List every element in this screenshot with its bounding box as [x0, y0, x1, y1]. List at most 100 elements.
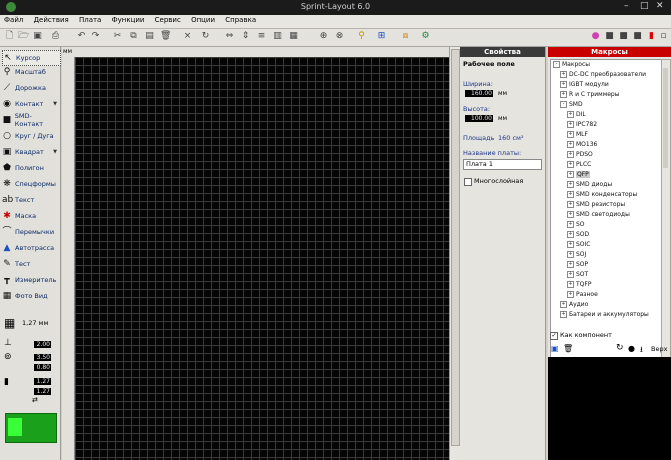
- smd-height-field[interactable]: 1.27: [34, 388, 51, 395]
- top-side-label[interactable]: Верх: [651, 345, 667, 353]
- ungroup-icon[interactable]: ▦: [288, 31, 299, 42]
- tool-test[interactable]: ✎ Тест: [2, 257, 59, 271]
- tree-node[interactable]: + MLF: [567, 130, 588, 140]
- tree-node[interactable]: + IGBT модули: [560, 80, 609, 90]
- scroll-thumb[interactable]: [451, 49, 460, 446]
- width-field[interactable]: 160.00: [465, 90, 493, 97]
- expand-icon[interactable]: +: [567, 211, 574, 218]
- tree-node[interactable]: + SMD диоды: [567, 180, 612, 190]
- layer-icon-3[interactable]: ■: [632, 31, 643, 42]
- minimize-icon[interactable]: –: [624, 1, 629, 11]
- close-icon[interactable]: ✕: [656, 1, 664, 11]
- menu-service[interactable]: Сервис: [151, 15, 185, 25]
- tree-node[interactable]: + SMD светодиоды: [567, 210, 630, 220]
- menu-file[interactable]: Файл: [0, 15, 27, 25]
- tool-smd-pad[interactable]: ■ SMD-Контакт: [2, 112, 59, 128]
- export-icon[interactable]: ⧈: [400, 31, 411, 42]
- rotate-icon[interactable]: ↻: [200, 31, 211, 42]
- pad-outer-field[interactable]: 3.50: [34, 354, 51, 361]
- tree-node[interactable]: + SMD конденсаторы: [567, 190, 637, 200]
- tool-rectangle[interactable]: ▣ Квадрат ▼: [2, 145, 59, 159]
- copy-icon[interactable]: ⧉: [128, 31, 139, 42]
- delete-icon[interactable]: 🗑: [160, 31, 171, 42]
- tree-scrollbar[interactable]: [661, 59, 671, 370]
- expand-icon[interactable]: +: [567, 191, 574, 198]
- expand-icon[interactable]: +: [560, 301, 567, 308]
- expand-icon[interactable]: +: [567, 281, 574, 288]
- layer-icon-4[interactable]: ▮: [646, 31, 657, 42]
- expand-icon[interactable]: +: [560, 71, 567, 78]
- tree-node[interactable]: + DC-DC преобразователи: [560, 70, 646, 80]
- download-icon[interactable]: ⭳: [640, 344, 643, 358]
- expand-icon[interactable]: +: [567, 151, 574, 158]
- align-icon[interactable]: ≡: [256, 31, 267, 42]
- settings-gear-icon[interactable]: ⚙: [420, 31, 431, 42]
- layer-color-preview[interactable]: [5, 413, 57, 443]
- tree-node[interactable]: - SMD: [560, 100, 583, 110]
- menu-options[interactable]: Опции: [187, 15, 219, 25]
- tree-node[interactable]: + Батареи и аккумуляторы: [560, 310, 649, 320]
- swap-icon[interactable]: ⇄: [32, 396, 38, 404]
- autoroute-toolbar-icon[interactable]: ⊞: [376, 31, 387, 42]
- tree-node[interactable]: + IPC782: [567, 120, 597, 130]
- grid-value[interactable]: 1,27 мм: [22, 319, 48, 327]
- mirror-v-icon[interactable]: ⇕: [240, 31, 251, 42]
- tool-polygon[interactable]: ⬟ Полигон: [2, 161, 59, 175]
- menu-functions[interactable]: Функции: [108, 15, 149, 25]
- tree-node[interactable]: + SOIC: [567, 240, 591, 250]
- tree-node[interactable]: + SO: [567, 220, 585, 230]
- track-width-field[interactable]: 2.00: [34, 341, 51, 348]
- layer-icon-2[interactable]: ■: [618, 31, 629, 42]
- unlock-icon[interactable]: ⊗: [334, 31, 345, 42]
- cut-icon[interactable]: ✂: [112, 31, 123, 42]
- dropdown-arrow-icon[interactable]: ▼: [53, 101, 57, 107]
- vertical-scrollbar[interactable]: [449, 47, 460, 460]
- dropdown-arrow-icon[interactable]: ▼: [53, 149, 57, 155]
- expand-icon[interactable]: +: [567, 171, 574, 178]
- expand-icon[interactable]: +: [560, 81, 567, 88]
- as-component-checkbox[interactable]: ✓: [550, 332, 558, 340]
- multilayer-checkbox[interactable]: [464, 178, 472, 186]
- tree-node[interactable]: + SOT: [567, 270, 588, 280]
- expand-icon[interactable]: +: [567, 271, 574, 278]
- undo-icon[interactable]: ↶: [76, 31, 87, 42]
- collapse-icon[interactable]: -: [553, 61, 560, 68]
- expand-icon[interactable]: +: [567, 111, 574, 118]
- tree-node[interactable]: + Разное: [567, 290, 598, 300]
- tool-circle-arc[interactable]: ○ Круг / Дуга: [2, 129, 59, 143]
- tool-pad[interactable]: ◉ Контакт ▼: [2, 97, 59, 111]
- grid-icon[interactable]: ▦: [4, 317, 16, 329]
- print-icon[interactable]: ⎙: [50, 31, 61, 42]
- expand-icon[interactable]: +: [567, 201, 574, 208]
- maximize-icon[interactable]: □: [640, 1, 649, 11]
- tool-photo-view[interactable]: ▦ Фото Вид: [2, 289, 59, 303]
- tree-node[interactable]: - Макросы: [553, 60, 590, 70]
- tree-node[interactable]: + SOJ: [567, 250, 586, 260]
- tree-node[interactable]: + PLCC: [567, 160, 591, 170]
- expand-icon[interactable]: +: [567, 231, 574, 238]
- expand-icon[interactable]: +: [567, 121, 574, 128]
- macro-tree[interactable]: - Макросы + DC-DC преобразователи + IGBT моду…: [550, 59, 663, 368]
- tool-track[interactable]: ⟋ Дорожка: [2, 81, 59, 95]
- tool-special-forms[interactable]: ❋ Спецформы: [2, 177, 59, 191]
- collapse-icon[interactable]: -: [560, 101, 567, 108]
- expand-icon[interactable]: +: [567, 141, 574, 148]
- lock-icon[interactable]: ⊕: [318, 31, 329, 42]
- board-name-input[interactable]: Плата 1: [463, 159, 542, 170]
- tree-node[interactable]: + DIL: [567, 110, 586, 120]
- record-icon[interactable]: ●: [628, 344, 635, 353]
- expand-icon[interactable]: +: [567, 261, 574, 268]
- open-file-icon[interactable]: 🗁: [18, 31, 29, 42]
- refresh-icon[interactable]: ↻: [616, 343, 624, 353]
- expand-icon[interactable]: +: [560, 91, 567, 98]
- expand-icon[interactable]: +: [567, 241, 574, 248]
- tool-autoroute[interactable]: ▲ Автотрасса: [2, 241, 59, 255]
- expand-icon[interactable]: +: [567, 181, 574, 188]
- mirror-h-icon[interactable]: ⇔: [224, 31, 235, 42]
- tool-cursor[interactable]: ↖ Курсор: [2, 50, 61, 66]
- expand-icon[interactable]: +: [567, 221, 574, 228]
- tool-jumpers[interactable]: ⌒ Перемычки: [2, 225, 59, 239]
- pad-inner-field[interactable]: 0.80: [34, 364, 51, 371]
- tree-node[interactable]: + TQFP: [567, 280, 591, 290]
- tree-node[interactable]: + SOP: [567, 260, 588, 270]
